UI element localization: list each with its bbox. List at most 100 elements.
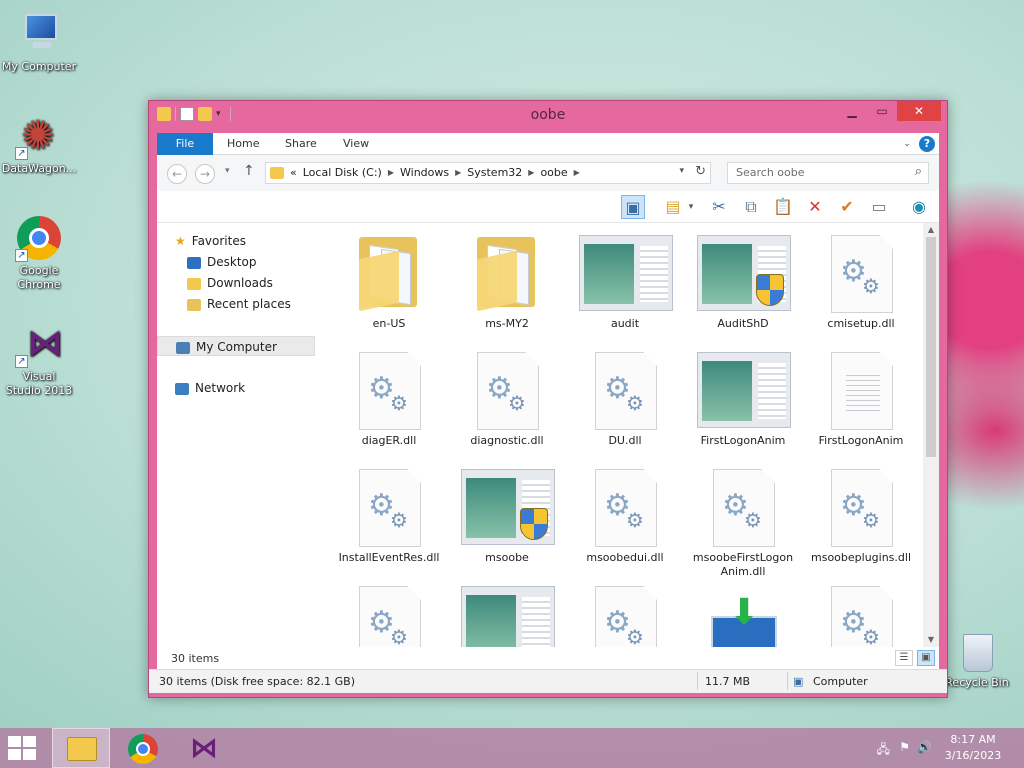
nav-network[interactable]: Network xyxy=(175,378,245,398)
nav-label: Network xyxy=(195,381,246,395)
scroll-up-icon[interactable]: ▲ xyxy=(923,223,939,237)
tab-file[interactable]: File xyxy=(157,133,213,155)
file-item[interactable]: ⚙ ⚙ xyxy=(569,578,681,647)
content-area: ★ Favorites Desktop Downloads Recent plac… xyxy=(157,223,939,647)
file-name: FirstLogonAnim xyxy=(700,434,786,447)
properties-button[interactable]: ▭ xyxy=(867,195,891,219)
file-item[interactable]: audit xyxy=(569,227,681,343)
file-item[interactable]: ⚙ ⚙ msoobeFirstLogonAnim.dll xyxy=(687,461,799,578)
up-button[interactable]: ↑ xyxy=(243,163,255,179)
clock[interactable]: 8:17 AM 3/16/2023 xyxy=(938,732,1008,764)
breadcrumb-item[interactable]: Local Disk (C:) xyxy=(303,163,382,183)
cut-button[interactable]: ✂ xyxy=(707,195,731,219)
file-item[interactable]: ⚙ ⚙ diagER.dll xyxy=(333,344,445,460)
back-button[interactable]: ← xyxy=(167,164,187,184)
network-icon xyxy=(175,382,189,395)
item-count: 30 items xyxy=(171,652,220,665)
file-item[interactable]: AuditShD xyxy=(687,227,799,343)
large-icons-view-button[interactable]: ▣ xyxy=(917,650,935,666)
file-name: diagnostic.dll xyxy=(470,434,544,447)
explorer-window[interactable]: ▾ oobe ▁ ▭ ✕ File Home Share View ⌄ ? ← … xyxy=(148,100,948,698)
scroll-down-icon[interactable]: ▼ xyxy=(923,633,939,647)
expand-ribbon-icon[interactable]: ⌄ xyxy=(899,136,915,152)
taskbar-visual-studio[interactable]: ⋈ xyxy=(176,728,234,768)
new-folder-button[interactable]: ▤ xyxy=(661,195,685,219)
file-item[interactable]: msoobe xyxy=(451,461,563,577)
dll-gear-icon: ⚙ ⚙ xyxy=(811,465,911,549)
breadcrumb-item[interactable]: oobe xyxy=(540,163,567,183)
desktop-icon-label: Visual Studio 2013 xyxy=(5,370,73,397)
taskbar-chrome[interactable] xyxy=(114,728,172,768)
search-icon[interactable]: ⌕ xyxy=(915,164,922,179)
address-bar[interactable]: « Local Disk (C:) ▶ Windows ▶ System32 ▶… xyxy=(265,162,711,184)
nav-downloads[interactable]: Downloads xyxy=(187,273,273,293)
file-item[interactable]: ⚙ ⚙ cmisetup.dll xyxy=(805,227,917,343)
file-item[interactable]: ⚙ ⚙ xyxy=(805,578,917,647)
paste-button[interactable]: 📋 xyxy=(771,195,795,219)
tab-view[interactable]: View xyxy=(343,133,369,155)
sync-icon[interactable]: ◉ xyxy=(907,195,931,219)
nav-my-computer[interactable]: My Computer xyxy=(157,336,315,356)
recycle-bin-icon xyxy=(957,630,997,674)
dll-gear-icon: ⚙ ⚙ xyxy=(811,582,911,647)
file-item[interactable]: FirstLogonAnim xyxy=(687,344,799,460)
nav-favorites[interactable]: ★ Favorites xyxy=(175,231,246,251)
desktop-icon-my-computer[interactable]: My Computer xyxy=(0,10,78,74)
file-item[interactable]: ⬇ xyxy=(687,578,799,647)
desktop-icon-visual-studio[interactable]: ⋈ ↗ Visual Studio 2013 xyxy=(0,320,78,398)
tab-home[interactable]: Home xyxy=(227,133,259,155)
file-item[interactable]: ms-MY2 xyxy=(451,227,563,343)
search-input[interactable]: Search oobe ⌕ xyxy=(727,162,929,184)
chevron-down-icon[interactable]: ▾ xyxy=(679,166,684,176)
nav-recent-places[interactable]: Recent places xyxy=(187,294,291,314)
flag-icon[interactable]: ⚑ xyxy=(899,740,910,754)
dll-gear-icon: ⚙ ⚙ xyxy=(575,348,675,432)
taskbar-file-explorer[interactable] xyxy=(52,728,110,768)
file-item[interactable]: FirstLogonAnim xyxy=(805,344,917,460)
volume-icon[interactable]: 🔊 xyxy=(917,740,932,754)
details-view-button[interactable]: ☰ xyxy=(895,650,913,666)
refresh-icon[interactable]: ↻ xyxy=(695,164,706,179)
file-item[interactable]: ⚙ ⚙ msoobedui.dll xyxy=(569,461,681,577)
start-button[interactable] xyxy=(8,736,38,762)
desktop-icon-chrome[interactable]: ↗ Google Chrome xyxy=(0,214,78,292)
copy-button[interactable]: ⧉ xyxy=(739,195,763,219)
tab-share[interactable]: Share xyxy=(285,133,317,155)
chevron-right-icon[interactable]: ▶ xyxy=(455,163,461,183)
maximize-button[interactable]: ▭ xyxy=(867,101,897,121)
file-item[interactable]: en-US xyxy=(333,227,445,343)
desktop-icon-label: DataWagon... xyxy=(1,162,77,175)
chevron-right-icon[interactable]: ▶ xyxy=(528,163,534,183)
chevron-down-icon[interactable]: ▾ xyxy=(685,195,697,219)
breadcrumb-item[interactable]: System32 xyxy=(467,163,522,183)
chevron-right-icon[interactable]: ▶ xyxy=(388,163,394,183)
scrollbar-thumb[interactable] xyxy=(926,237,936,457)
file-item[interactable]: ⚙ ⚙ diagnostic.dll xyxy=(451,344,563,460)
breadcrumb-item[interactable]: Windows xyxy=(400,163,449,183)
help-icon[interactable]: ? xyxy=(919,136,935,152)
file-item[interactable]: ⚙ ⚙ xyxy=(333,578,445,647)
nav-desktop[interactable]: Desktop xyxy=(187,252,257,272)
title-bar[interactable]: ▾ oobe ▁ ▭ ✕ xyxy=(149,101,947,131)
forward-button[interactable]: → xyxy=(195,164,215,184)
file-item[interactable]: ⚙ ⚙ msoobeplugins.dll xyxy=(805,461,917,577)
desktop-icon-datawagon[interactable]: ✺ ↗ DataWagon... xyxy=(0,112,78,176)
file-item[interactable]: ⚙ ⚙ InstallEventRes.dll xyxy=(333,461,445,577)
delete-button[interactable]: ✕ xyxy=(803,195,827,219)
breadcrumb-overflow[interactable]: « xyxy=(290,163,297,183)
preview-pane-button[interactable]: ▣ xyxy=(621,195,645,219)
close-button[interactable]: ✕ xyxy=(897,101,941,121)
recent-locations-dropdown[interactable]: ▾ xyxy=(225,166,230,176)
rename-button[interactable]: ✔ xyxy=(835,195,859,219)
minimize-button[interactable]: ▁ xyxy=(837,101,867,121)
network-tray-icon[interactable]: 🖧 xyxy=(877,740,890,761)
chevron-right-icon[interactable]: ▶ xyxy=(574,163,580,183)
file-name: DU.dll xyxy=(608,434,642,447)
status-bar: 30 items ☰ ▣ xyxy=(157,647,939,669)
vertical-scrollbar[interactable]: ▲ ▼ xyxy=(923,223,939,647)
desktop-icon-recycle-bin[interactable]: Recycle Bin xyxy=(938,630,1016,690)
recent-places-icon xyxy=(187,298,201,311)
folder-icon xyxy=(270,167,284,179)
file-item[interactable]: ⚙ ⚙ DU.dll xyxy=(569,344,681,460)
file-item[interactable] xyxy=(451,578,563,647)
